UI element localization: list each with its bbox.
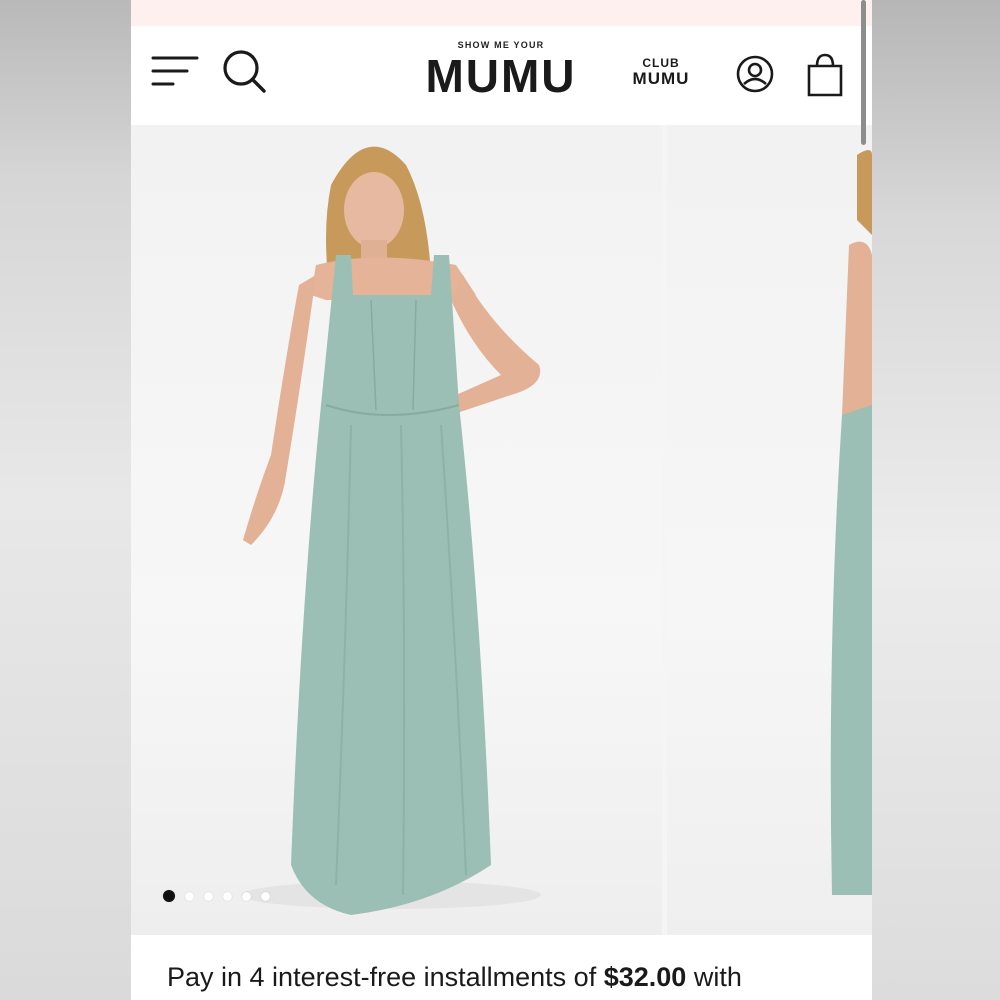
brand-logo[interactable]: SHOW ME YOUR MUMU <box>421 40 581 100</box>
background-left <box>0 0 131 1000</box>
background-right <box>872 0 1000 1000</box>
installment-prefix: Pay in 4 interest-free installments of <box>167 962 597 992</box>
carousel-dot[interactable] <box>204 892 213 901</box>
club-label-bottom: MUMU <box>632 69 690 88</box>
account-icon[interactable] <box>735 54 775 94</box>
product-image-carousel[interactable] <box>131 125 872 935</box>
logo-wordmark: MUMU <box>425 50 577 102</box>
promo-strip <box>131 0 872 26</box>
installment-amount: $32.00 <box>603 962 687 992</box>
model-dress-image <box>241 146 541 915</box>
club-label-top: CLUB <box>642 56 680 70</box>
carousel-dots <box>163 888 280 902</box>
model-dress-image-side <box>830 150 872 895</box>
carousel-dot[interactable] <box>242 892 251 901</box>
product-image-main[interactable] <box>131 125 662 935</box>
installment-suffix: with <box>693 962 742 992</box>
logo-tagline: SHOW ME YOUR <box>457 40 545 50</box>
carousel-dot[interactable] <box>261 892 270 901</box>
menu-icon[interactable] <box>151 54 199 90</box>
carousel-dot[interactable] <box>163 890 175 902</box>
shopping-bag-icon[interactable] <box>805 52 845 98</box>
site-header: SHOW ME YOUR MUMU CLUB MUMU <box>131 26 872 125</box>
carousel-dot[interactable] <box>185 892 194 901</box>
carousel-dot[interactable] <box>223 892 232 901</box>
club-mumu-link[interactable]: CLUB MUMU <box>627 56 695 88</box>
phone-screen: SHOW ME YOUR MUMU CLUB MUMU Pay in 4 int… <box>131 0 872 1000</box>
product-image-next[interactable] <box>667 125 872 935</box>
scrollbar[interactable] <box>861 0 866 145</box>
installment-message: Pay in 4 interest-free installments of $… <box>167 962 867 993</box>
search-icon[interactable] <box>221 48 267 94</box>
